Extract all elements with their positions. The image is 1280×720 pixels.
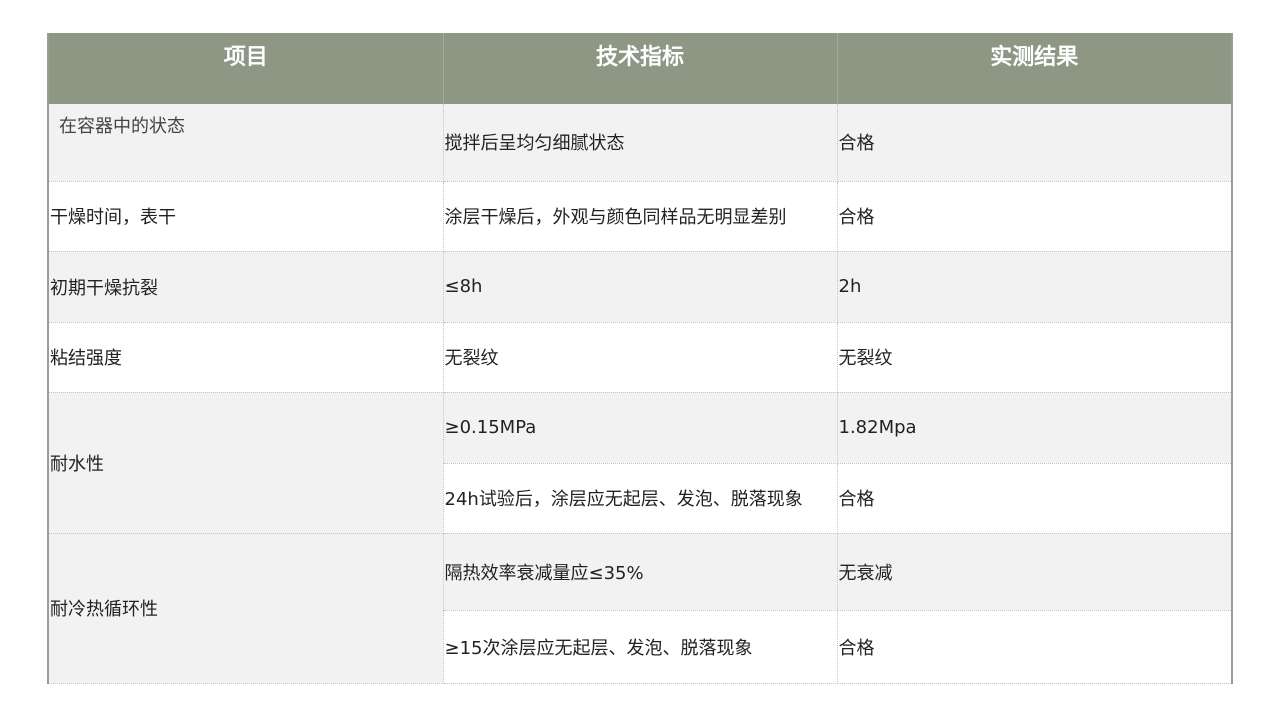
cell-item: 粘结强度	[49, 322, 444, 393]
cell-result: 合格	[837, 181, 1231, 252]
cell-item: 耐水性	[49, 392, 444, 534]
table-row: 耐水性 ≥0.15MPa 1.82Mpa	[49, 392, 1231, 534]
cell-spec: 24h试验后，涂层应无起层、发泡、脱落现象	[443, 463, 838, 534]
table-row: 初期干燥抗裂 ≤8h 2h	[49, 251, 1231, 323]
header-result: 实测结果	[837, 33, 1231, 104]
cell-spec: 隔热效率衰减量应≤35%	[443, 533, 838, 611]
cell-result: 合格	[837, 463, 1231, 534]
spec-table: 项目 技术指标 实测结果 在容器中的状态 搅拌后呈均匀细腻状态 合格 干燥时间，…	[49, 33, 1231, 684]
table-row: 在容器中的状态 搅拌后呈均匀细腻状态 合格	[49, 104, 1231, 182]
cell-result: 无裂纹	[837, 322, 1231, 393]
cell-spec: 无裂纹	[443, 322, 838, 393]
cell-result: 2h	[837, 251, 1231, 323]
spec-table-container: 项目 技术指标 实测结果 在容器中的状态 搅拌后呈均匀细腻状态 合格 干燥时间，…	[47, 33, 1233, 684]
cell-result: 合格	[837, 104, 1231, 182]
cell-spec: ≥0.15MPa	[443, 392, 838, 464]
table-row: 粘结强度 无裂纹 无裂纹	[49, 322, 1231, 393]
cell-spec: ≤8h	[443, 251, 838, 323]
cell-result: 合格	[837, 610, 1231, 684]
cell-item: 在容器中的状态	[49, 104, 444, 182]
cell-spec: 搅拌后呈均匀细腻状态	[443, 104, 838, 182]
cell-item: 耐冷热循环性	[49, 533, 444, 684]
table-header-row: 项目 技术指标 实测结果	[49, 33, 1231, 104]
header-spec: 技术指标	[443, 33, 838, 104]
header-item: 项目	[49, 33, 444, 104]
table-row: 干燥时间，表干 涂层干燥后，外观与颜色同样品无明显差别 合格	[49, 181, 1231, 252]
table-row: 耐冷热循环性 隔热效率衰减量应≤35% 无衰减	[49, 533, 1231, 684]
cell-result: 无衰减	[837, 533, 1231, 611]
cell-item: 干燥时间，表干	[49, 181, 444, 252]
cell-spec: ≥15次涂层应无起层、发泡、脱落现象	[443, 610, 838, 684]
cell-result: 1.82Mpa	[837, 392, 1231, 464]
cell-item: 初期干燥抗裂	[49, 251, 444, 323]
cell-spec: 涂层干燥后，外观与颜色同样品无明显差别	[443, 181, 838, 252]
